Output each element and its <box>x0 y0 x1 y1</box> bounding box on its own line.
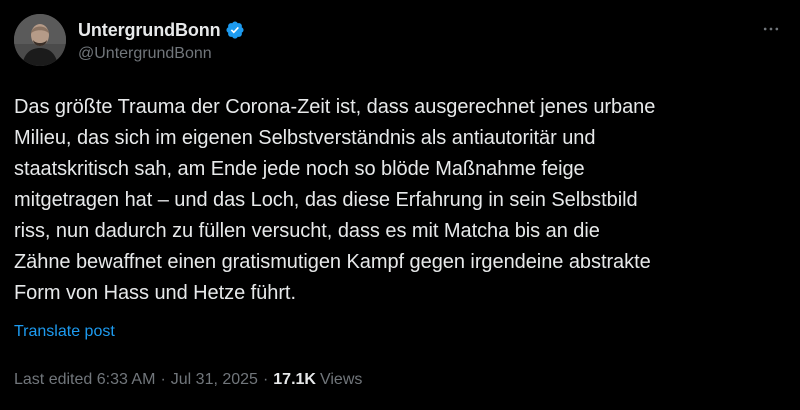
views-count: 17.1K <box>273 371 316 388</box>
author-name-row: UntergrundBonn <box>78 18 245 42</box>
post-date[interactable]: Jul 31, 2025 <box>171 371 258 389</box>
post-metadata: Last edited 6:33 AM · Jul 31, 2025 · 17.… <box>14 371 362 389</box>
views-label: Views <box>319 371 363 388</box>
edited-time[interactable]: Last edited 6:33 AM <box>14 371 155 389</box>
author-info: UntergrundBonn @UntergrundBonn <box>78 14 245 66</box>
avatar[interactable] <box>14 14 66 66</box>
separator: · <box>160 371 166 388</box>
tweet-card: UntergrundBonn @UntergrundBonn Das größt… <box>0 0 800 410</box>
separator: · <box>262 371 269 388</box>
verified-badge-icon[interactable] <box>225 20 245 40</box>
more-options-icon[interactable] <box>756 14 786 44</box>
avatar-image <box>14 14 66 66</box>
author-display-name[interactable]: UntergrundBonn <box>78 20 221 41</box>
translate-post-link[interactable]: Translate post <box>14 323 115 341</box>
post-text: Das größte Trauma der Corona-Zeit ist, d… <box>14 96 656 304</box>
author-handle[interactable]: @UntergrundBonn <box>78 45 245 63</box>
